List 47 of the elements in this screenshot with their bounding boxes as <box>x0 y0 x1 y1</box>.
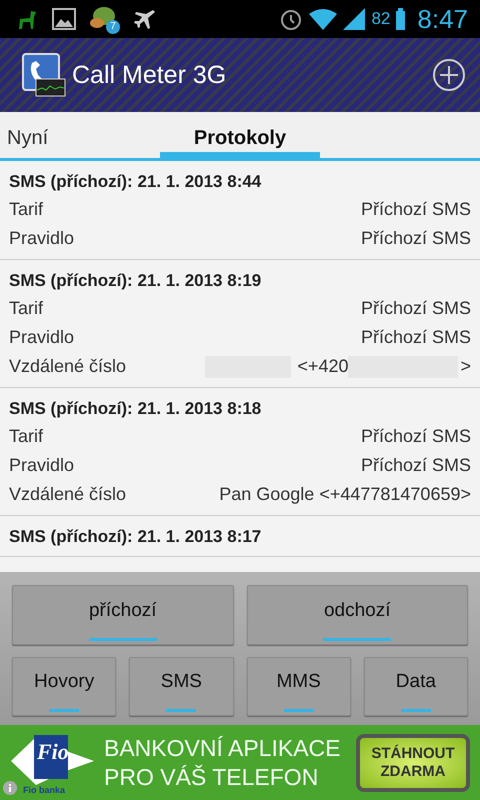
entry-title: SMS (příchozí): 21. 1. 2013 8:18 <box>9 398 262 420</box>
filter-button[interactable]: odchozí <box>246 585 468 644</box>
row-value: Příchozí SMS <box>360 326 471 349</box>
signal-icon <box>343 8 366 30</box>
entry-title: SMS (příchozí): 21. 1. 2013 8:19 <box>9 270 262 292</box>
filter-button[interactable]: příchozí <box>12 585 234 644</box>
row-value: <+420 <box>297 355 348 378</box>
entry-title: SMS (příchozí): 21. 1. 2013 8:44 <box>9 171 262 193</box>
row-value: Pan Google <+447781470659> <box>219 483 471 506</box>
row-value: Příchozí SMS <box>360 227 471 250</box>
filter-button[interactable]: Hovory <box>12 656 116 716</box>
app-icon <box>22 53 66 97</box>
row-label: Pravidlo <box>9 227 74 250</box>
add-icon[interactable] <box>432 58 466 92</box>
row-value: Příchozí SMS <box>360 454 471 477</box>
ad-banner[interactable]: Fio Fio banka BANKOVNÍ APLIKACE PRO VÁŠ TELEFON STÁHNOUT ZDARMA <box>0 725 480 800</box>
download-button[interactable]: STÁHNOUT ZDARMA <box>356 734 470 792</box>
battery-level: 82 <box>371 9 390 29</box>
battery-icon <box>396 8 406 30</box>
logo-caption: Fio banka <box>23 785 66 795</box>
row-value: Příchozí SMS <box>360 198 471 221</box>
notification-badge: 7 <box>106 20 120 34</box>
row-label: Tarif <box>9 198 44 221</box>
logo-text: Fio <box>37 739 69 765</box>
row-value: > <box>460 355 471 378</box>
tab[interactable]: Nyní <box>0 118 160 158</box>
filter-button[interactable]: Data <box>364 656 468 716</box>
ad-headline: BANKOVNÍ APLIKACE <box>104 734 342 762</box>
app-title: Call Meter 3G <box>72 60 228 90</box>
row-label: Tarif <box>9 297 44 320</box>
row-label: Pravidlo <box>9 326 74 349</box>
row-value: Příchozí SMS <box>360 297 471 320</box>
filter-button[interactable]: MMS <box>246 656 351 716</box>
entry-title: SMS (příchozí): 21. 1. 2013 8:17 <box>9 526 262 548</box>
row-label: Tarif <box>9 425 44 448</box>
info-icon[interactable] <box>3 781 17 795</box>
picture-icon <box>52 8 76 30</box>
row-label: Vzdálené číslo <box>9 355 126 378</box>
alarm-icon <box>279 7 304 31</box>
ad-headline: PRO VÁŠ TELEFON <box>104 762 320 792</box>
row-label: Vzdálené číslo <box>9 483 126 506</box>
row-label: Pravidlo <box>9 454 74 477</box>
wifi-icon <box>309 8 338 30</box>
filter-button[interactable]: SMS <box>129 656 234 716</box>
row-value: Příchozí SMS <box>360 425 471 448</box>
airplane-icon <box>134 8 156 30</box>
clock: 8:47 <box>417 4 468 34</box>
